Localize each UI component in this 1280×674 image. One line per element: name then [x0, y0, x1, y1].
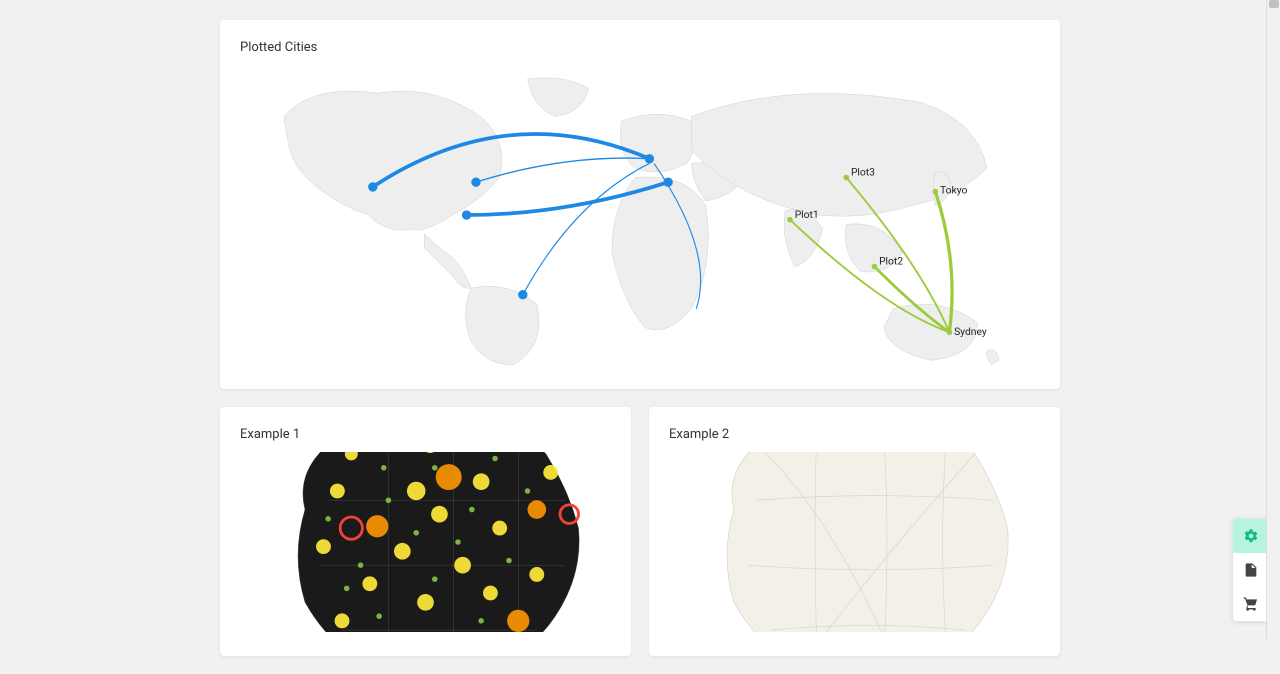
- label-plot3: Plot3: [851, 166, 875, 179]
- card-plotted-cities: Plotted Cities: [220, 20, 1060, 389]
- card-title-example-1: Example 1: [240, 427, 611, 442]
- cart-button[interactable]: [1233, 587, 1269, 621]
- label-tokyo: Tokyo: [940, 183, 968, 196]
- card-example-1: Example 1: [220, 407, 631, 656]
- card-example-2: Example 2: [649, 407, 1060, 656]
- document-icon: [1243, 562, 1259, 578]
- france-map-light[interactable]: [669, 452, 1040, 636]
- world-landmass: [284, 78, 999, 365]
- label-plot1: Plot1: [795, 208, 819, 221]
- card-title-example-2: Example 2: [669, 427, 1040, 442]
- label-sydney: Sydney: [954, 325, 987, 338]
- document-button[interactable]: [1233, 553, 1269, 587]
- label-plot2: Plot2: [879, 255, 903, 268]
- card-title-plotted-cities: Plotted Cities: [240, 40, 1040, 55]
- side-actions-panel: [1232, 518, 1270, 622]
- settings-button[interactable]: [1233, 519, 1269, 553]
- france-map-dark[interactable]: [240, 452, 611, 636]
- scrollbar-thumb[interactable]: [1269, 0, 1279, 8]
- cart-icon: [1243, 596, 1259, 612]
- world-map[interactable]: Plot1 Plot2 Plot3 Tokyo Sydney: [240, 65, 1040, 369]
- vertical-scrollbar[interactable]: [1266, 0, 1280, 640]
- gear-icon: [1243, 528, 1259, 544]
